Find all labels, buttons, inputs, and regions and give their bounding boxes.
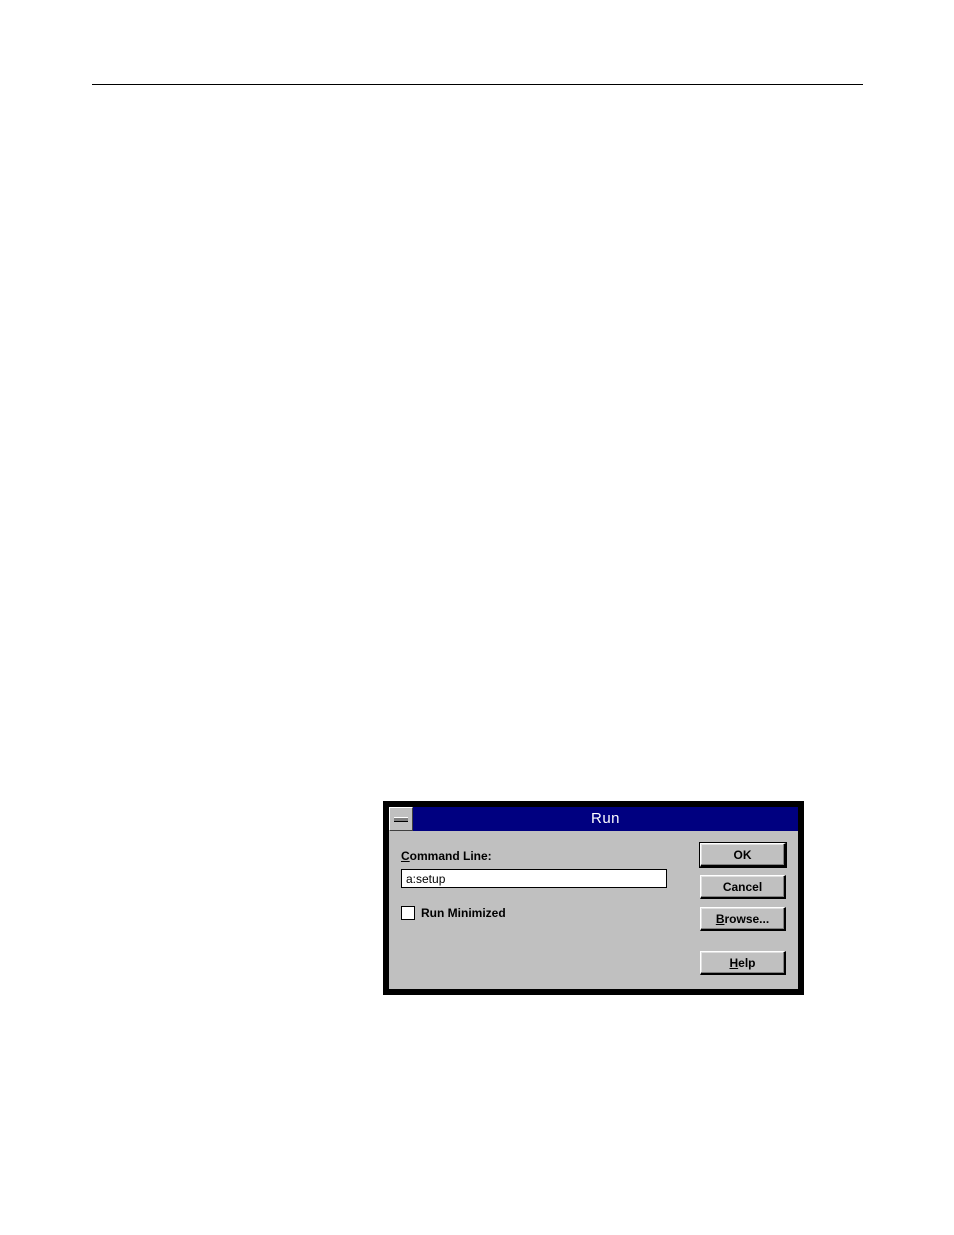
system-menu-icon bbox=[394, 817, 408, 822]
run-minimized-label: Run Minimized bbox=[421, 906, 506, 920]
run-dialog: Run Command Line: Run Minimized OK bbox=[383, 801, 804, 995]
run-minimized-checkbox[interactable] bbox=[401, 906, 415, 920]
command-line-input[interactable] bbox=[401, 869, 667, 888]
titlebar: Run bbox=[389, 807, 798, 831]
cancel-button[interactable]: Cancel bbox=[700, 875, 786, 899]
system-menu-button[interactable] bbox=[389, 807, 413, 831]
command-line-label: Command Line: bbox=[401, 849, 680, 863]
title-text: Run bbox=[413, 807, 798, 831]
ok-button[interactable]: OK bbox=[700, 843, 786, 867]
page-divider bbox=[92, 84, 863, 85]
browse-button[interactable]: Browse... bbox=[700, 907, 786, 931]
help-button[interactable]: Help bbox=[700, 951, 786, 975]
